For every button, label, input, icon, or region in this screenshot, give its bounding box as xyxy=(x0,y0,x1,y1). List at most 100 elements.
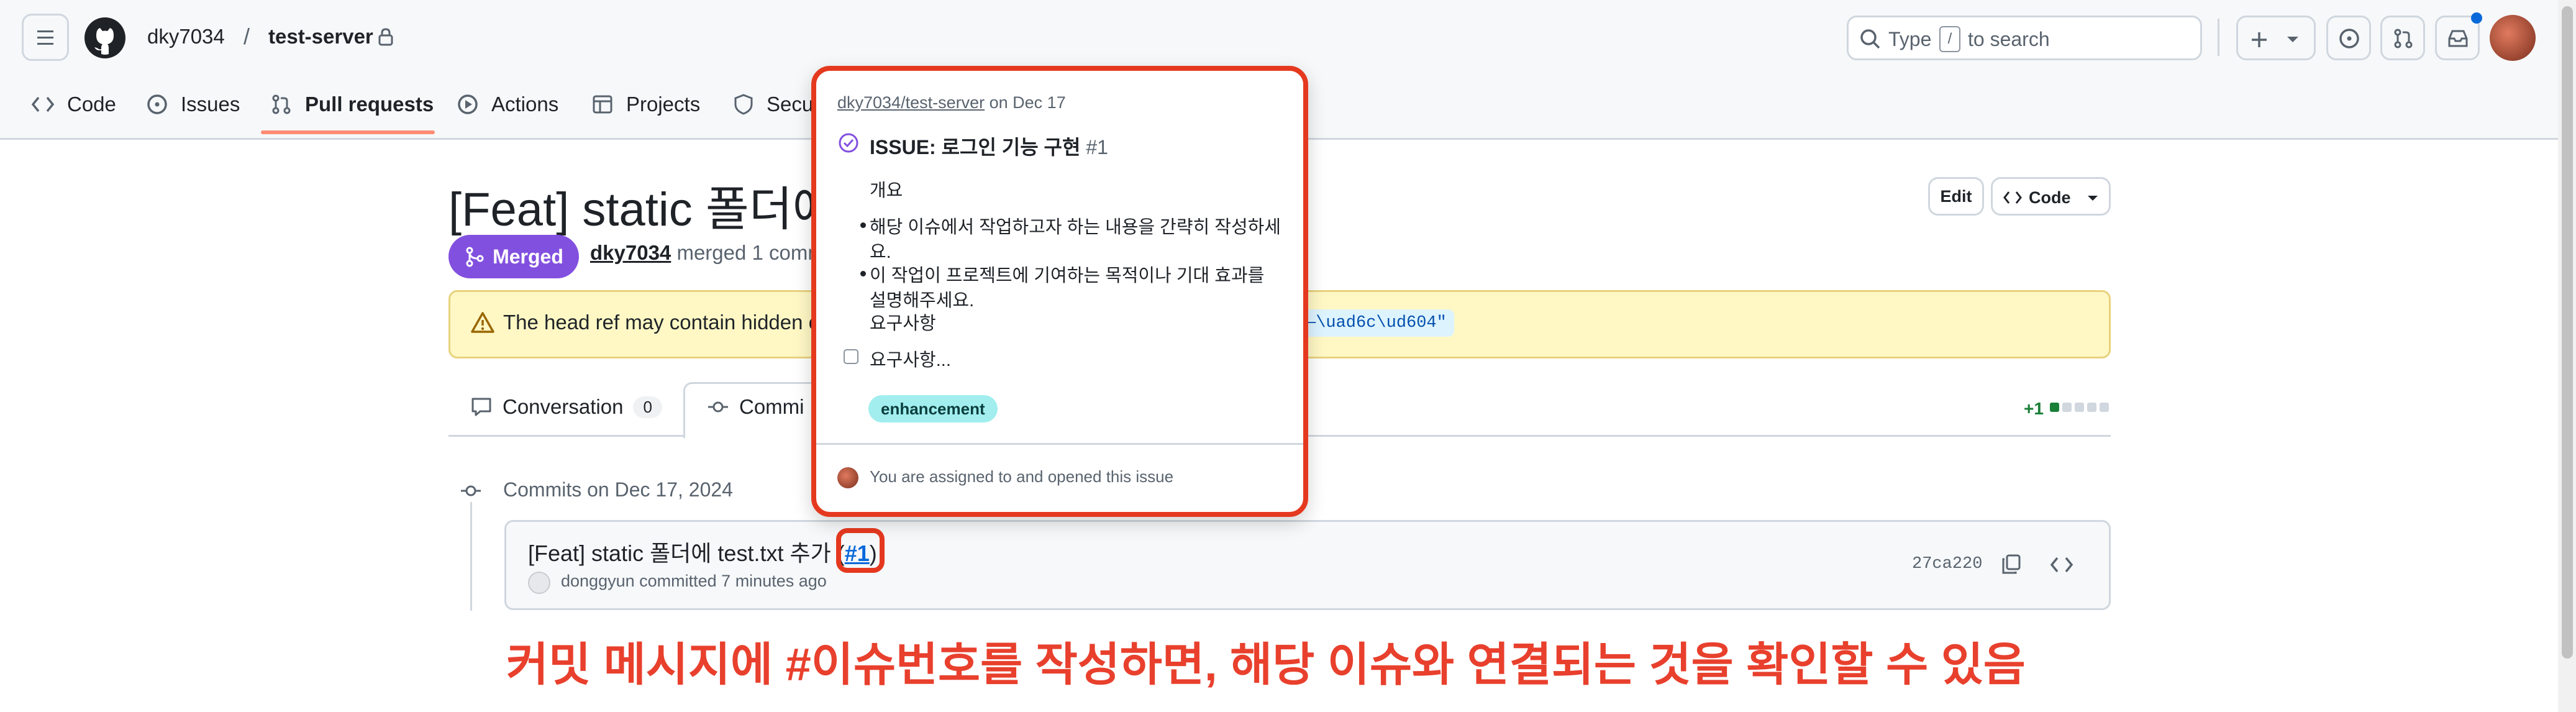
timeline-line xyxy=(470,502,472,611)
commit-message[interactable]: [Feat] static 폴더에 test.txt 추가 (#1) xyxy=(528,536,877,568)
caret-down-icon xyxy=(2088,196,2098,201)
caret-down-icon xyxy=(2287,37,2298,42)
shield-icon xyxy=(734,94,753,115)
pull-request-icon xyxy=(2394,29,2413,48)
commit-time: committed 7 minutes ago xyxy=(639,572,827,590)
commit-message-text: [Feat] static 폴더에 test.txt 추가 ( xyxy=(528,541,845,566)
search-hint: to search xyxy=(1968,28,2050,50)
hovercard-footer: You are assigned to and opened this issu… xyxy=(870,467,1174,486)
nav-actions[interactable]: Actions xyxy=(457,87,558,122)
nav-projects[interactable]: Projects xyxy=(591,87,700,122)
avatar[interactable] xyxy=(2490,15,2536,61)
annotation-caption: 커밋 메시지에 #이슈번호를 작성하면, 해당 이슈와 연결되는 것을 확인할 … xyxy=(506,639,2026,690)
notification-dot xyxy=(2471,12,2482,24)
hovercard-requirements-heading: 요구사항 xyxy=(870,314,936,334)
hovercard-divider xyxy=(816,443,1303,445)
table-icon xyxy=(593,95,612,114)
hovercard-bullet-1b: 요. xyxy=(870,242,891,262)
tab-commits-label: Commi xyxy=(739,395,804,418)
issues-shortcut-button[interactable] xyxy=(2326,16,2371,60)
nav-security-label: Secu xyxy=(767,93,814,116)
nav-security[interactable]: Secu xyxy=(733,87,813,122)
hovercard-issue-title[interactable]: ISSUE: 로그인 기능 구현 #1 xyxy=(870,132,1108,160)
search-type-text: Type xyxy=(1888,28,1932,50)
comment-icon xyxy=(471,398,491,416)
nav-selected-indicator xyxy=(261,130,435,134)
nav-pull-requests[interactable]: Pull requests xyxy=(270,87,434,122)
warning-text: The head ref may contain hidden c xyxy=(503,311,819,334)
hovercard-repo-line: dky7034/test-server on Dec 17 xyxy=(837,93,1066,112)
pull-requests-shortcut-button[interactable] xyxy=(2380,16,2425,60)
issue-label-enhancement[interactable]: enhancement xyxy=(868,395,998,422)
merge-icon xyxy=(466,247,484,267)
tab-conversation[interactable]: Conversation 0 xyxy=(470,379,662,435)
github-logo[interactable] xyxy=(84,17,126,59)
committer-name[interactable]: donggyun xyxy=(561,572,635,590)
create-new-button[interactable] xyxy=(2236,16,2316,60)
diffstat-blocks xyxy=(2050,403,2109,412)
issue-circle-icon xyxy=(2339,29,2359,48)
pull-request-icon xyxy=(272,94,291,114)
commit-icon xyxy=(461,485,481,496)
breadcrumb-separator: / xyxy=(243,24,250,49)
lock-icon xyxy=(378,28,393,46)
breadcrumb-owner[interactable]: dky7034 xyxy=(147,25,225,48)
search-shortcut-key: / xyxy=(1939,26,1960,52)
status-badge: Merged xyxy=(448,235,579,278)
code-icon xyxy=(31,96,55,112)
diffstat: +1 xyxy=(2024,399,2044,418)
page-title: [Feat] static 폴더에 t xyxy=(448,183,862,236)
code-dropdown-label: Code xyxy=(2029,188,2071,207)
nav-code-label: Code xyxy=(67,93,116,116)
browse-code-icon[interactable] xyxy=(2050,556,2073,573)
issue-closed-icon xyxy=(839,133,858,153)
github-logo-icon xyxy=(84,17,125,58)
hovercard-title-text: ISSUE: 로그인 기능 구현 xyxy=(870,136,1081,158)
avatar xyxy=(837,467,858,488)
menu-button[interactable] xyxy=(22,14,69,61)
edit-button[interactable]: Edit xyxy=(1928,177,1984,216)
issue-link-highlight xyxy=(836,528,885,573)
header-divider xyxy=(2218,19,2219,56)
nav-pull-requests-label: Pull requests xyxy=(305,93,434,116)
scrollbar-thumb[interactable] xyxy=(2562,6,2573,659)
inbox-icon xyxy=(2448,30,2468,47)
status-badge-label: Merged xyxy=(493,245,563,268)
nav-projects-label: Projects xyxy=(626,93,701,116)
pr-author-link[interactable]: dky7034 xyxy=(590,241,671,264)
bullet-dot xyxy=(860,271,866,276)
commit-icon xyxy=(708,401,728,413)
nav-actions-label: Actions xyxy=(491,93,559,116)
pr-merged-text: merged 1 comm xyxy=(676,241,825,264)
commits-date-heading: Commits on Dec 17, 2024 xyxy=(503,478,733,501)
pr-meta: dky7034 merged 1 comm xyxy=(590,241,825,265)
tab-conversation-count: 0 xyxy=(633,396,662,418)
nav-issues[interactable]: Issues xyxy=(146,87,240,122)
alert-icon xyxy=(471,312,494,333)
tab-conversation-label: Conversation xyxy=(503,395,624,418)
warning-code-ref: —\uad6c\ud604" xyxy=(1298,309,1454,337)
bullet-dot xyxy=(860,222,866,228)
nav-issues-label: Issues xyxy=(181,93,240,116)
nav-code[interactable]: Code xyxy=(31,87,116,122)
code-dropdown-button[interactable]: Code xyxy=(1991,177,2111,216)
commit-sha[interactable]: 27ca220 xyxy=(1912,555,1982,573)
code-icon xyxy=(2003,191,2022,204)
hovercard-repo-link[interactable]: dky7034/test-server xyxy=(837,93,985,112)
issue-circle-icon xyxy=(147,94,167,114)
task-checkbox[interactable] xyxy=(844,349,858,364)
committer-avatar[interactable] xyxy=(528,572,550,594)
hovercard-bullet-2a: 이 작업이 프로젝트에 기여하는 목적이나 기대 효과를 xyxy=(870,266,1265,286)
search-input[interactable]: Type / to search xyxy=(1847,16,2202,60)
breadcrumb-repo[interactable]: test-server xyxy=(268,25,373,48)
hovercard-bullet-2b: 설명해주세요. xyxy=(870,291,975,311)
hovercard-issue-number: #1 xyxy=(1086,136,1108,158)
plus-icon xyxy=(2252,32,2267,47)
hamburger-icon xyxy=(37,30,53,45)
copy-icon[interactable] xyxy=(2000,553,2023,575)
tab-commits[interactable]: Commi xyxy=(707,379,804,435)
hovercard-bullet-1a: 해당 이슈에서 작업하고자 하는 내용을 간략히 작성하세 xyxy=(870,217,1281,237)
hovercard-task-text: 요구사항... xyxy=(870,350,951,370)
commit-meta: donggyun committed 7 minutes ago xyxy=(561,572,827,591)
hovercard-overview: 개요 xyxy=(870,181,903,201)
